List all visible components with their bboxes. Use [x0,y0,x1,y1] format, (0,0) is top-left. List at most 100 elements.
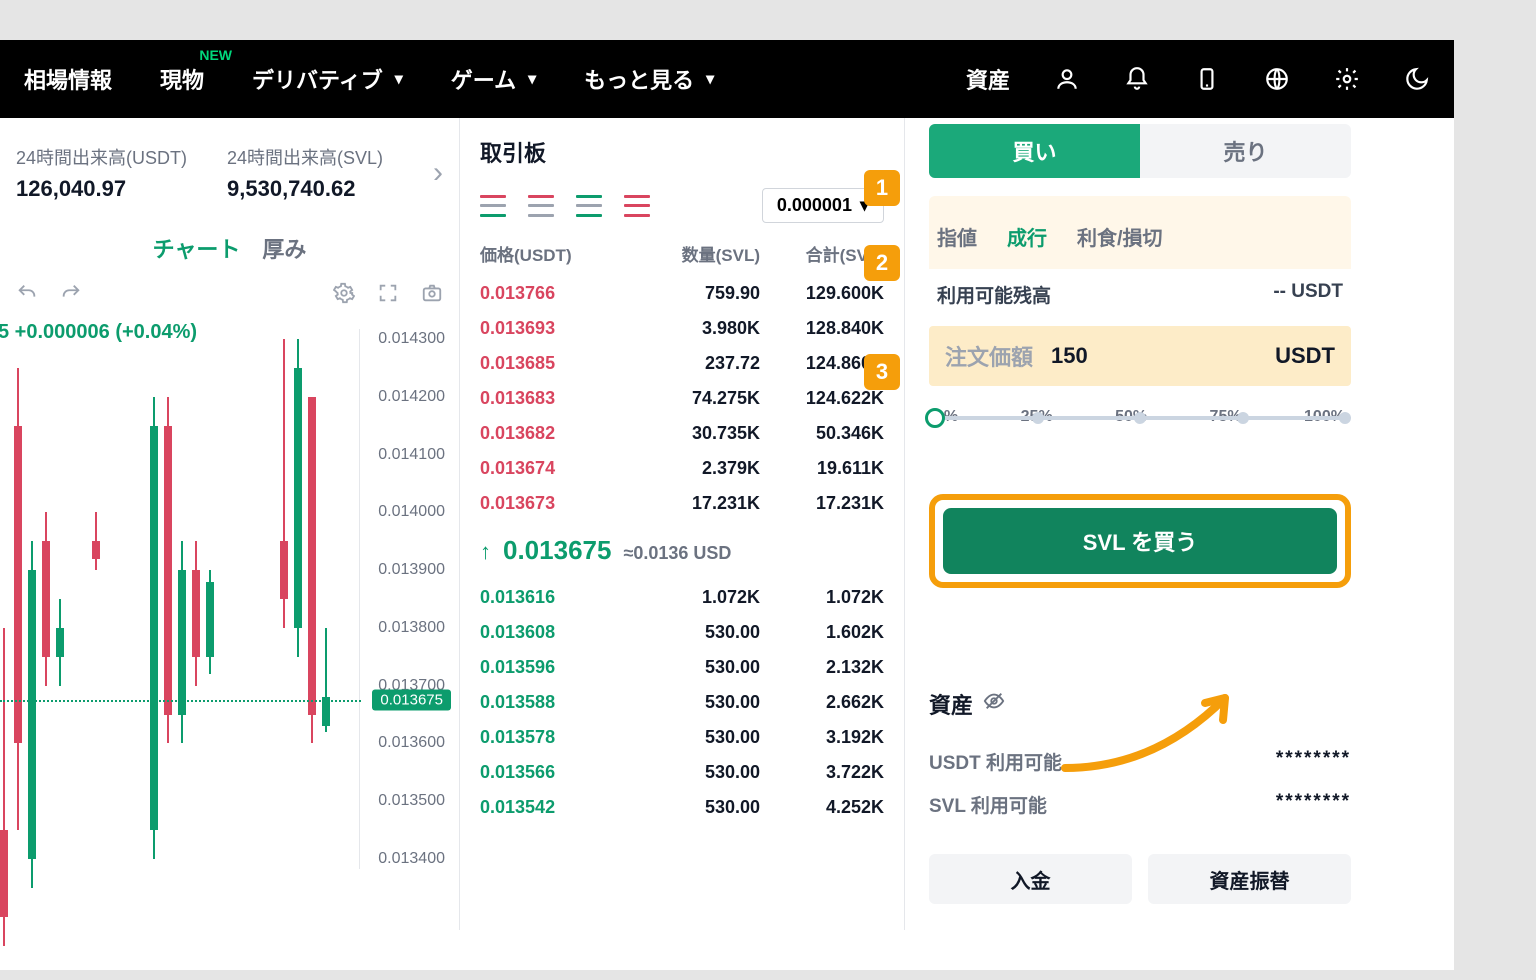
y-tick: 0.014200 [378,388,445,406]
orderbook-row[interactable]: 0.013542530.004.252K [480,790,884,825]
orderbook-row[interactable]: 0.013588530.002.662K [480,685,884,720]
asset-usdt-label: USDT 利用可能 [929,748,1062,775]
tab-sell-label: 売り [1223,135,1267,167]
tab-sell[interactable]: 売り [1140,124,1351,178]
orderbook-mid-usd: ≈0.0136 USD [623,543,731,564]
ob-total: 1.602K [760,622,884,643]
nav-more[interactable]: もっと見る [584,63,714,95]
orderbook-row[interactable]: 0.01367317.231K17.231K [480,486,884,521]
moon-icon[interactable] [1404,66,1430,92]
ob-head-qty: 数量(SVL) [630,241,760,266]
transfer-button[interactable]: 資産振替 [1148,854,1351,904]
ob-total: 3.722K [760,762,884,783]
new-badge: NEW [199,47,232,63]
order-amount-unit: USDT [1275,343,1335,369]
orderbook-row[interactable]: 0.0136161.072K1.072K [480,580,884,615]
ob-price: 0.013693 [480,318,630,339]
order-type-limit[interactable]: 指値 [937,222,977,251]
buy-button[interactable]: SVL を買う [943,508,1337,574]
ob-qty: 1.072K [630,587,760,608]
ob-price: 0.013542 [480,797,630,818]
mobile-icon[interactable] [1194,66,1220,92]
ob-price: 0.013608 [480,622,630,643]
orderbook-row[interactable]: 0.0136933.980K128.840K [480,311,884,346]
ob-mode-sell-icon[interactable] [528,195,554,217]
deposit-button-label: 入金 [1011,871,1051,893]
nav-game[interactable]: ゲーム [451,63,536,95]
bell-icon[interactable] [1124,66,1150,92]
orderbook-controls: 0.000001▾ [480,188,884,223]
orderbook-header: 価格(USDT) 数量(SVL) 合計(SVL) [480,241,884,276]
ob-total: 19.611K [760,458,884,479]
globe-icon[interactable] [1264,66,1290,92]
orderbook-row[interactable]: 0.013566530.003.722K [480,755,884,790]
orderbook-row[interactable]: 0.013685237.72124.860K [480,346,884,381]
nav-right-group: 資産 [966,63,1430,95]
nav-market[interactable]: 相場情報 [24,63,112,95]
amount-slider[interactable]: 0%25%50%75%100% [935,408,1345,448]
asset-usdt-row: USDT 利用可能 ******** [929,740,1351,783]
orderbook-row[interactable]: 0.013766759.90129.600K [480,276,884,311]
y-tick: 0.013500 [378,792,445,810]
tab-buy-label: 買い [1012,135,1056,167]
assets-section: 資産 USDT 利用可能 ******** SVL 利用可能 ******** … [929,688,1351,904]
nav-market-label: 相場情報 [24,63,112,95]
orderbook-row[interactable]: 0.013596530.002.132K [480,650,884,685]
price-chart[interactable]: 5 +0.000006 (+0.04%) 0.0143000.0142000.0… [0,329,459,869]
orderbook-title: 取引板 [480,136,884,168]
ob-total: 3.192K [760,727,884,748]
orderbook-row[interactable]: 0.0136742.379K19.611K [480,451,884,486]
asset-svl-label: SVL 利用可能 [929,791,1047,818]
ob-price: 0.013683 [480,388,630,409]
ob-total: 129.600K [760,283,884,304]
order-type-tabs: 指値 成行 利食/損切 [929,196,1351,269]
tab-chart[interactable]: チャート [153,232,241,264]
ob-total: 128.840K [760,318,884,339]
redo-icon[interactable] [60,282,82,309]
tab-buy[interactable]: 買い [929,124,1140,178]
gear-icon[interactable] [1334,66,1360,92]
nav-assets[interactable]: 資産 [966,63,1010,95]
fullscreen-icon[interactable] [377,282,399,309]
orderbook-panel: 取引板 0.000001▾ 価格(USDT) 数量(SVL) 合計(SVL) 0… [460,118,905,930]
nav-derivatives-label: デリバティブ [252,63,383,95]
asset-action-buttons: 入金 資産振替 [929,854,1351,904]
user-icon[interactable] [1054,66,1080,92]
orderbook-row[interactable]: 0.013578530.003.192K [480,720,884,755]
orderbook-mid: ↑ 0.013675 ≈0.0136 USD [480,521,884,580]
orderbook-row[interactable]: 0.01368374.275K124.622K [480,381,884,416]
ob-mode-buy-icon[interactable] [576,195,602,217]
ob-total: 4.252K [760,797,884,818]
stat-vol-usdt-value: 126,040.97 [16,176,187,202]
chevron-right-icon[interactable]: › [433,156,443,190]
stat-vol-svl-label: 24時間出来高(SVL) [227,144,383,170]
ob-mode-both-icon[interactable] [480,195,506,217]
undo-icon[interactable] [16,282,38,309]
orderbook-asks: 0.013766759.90129.600K0.0136933.980K128.… [480,276,884,521]
nav-derivatives[interactable]: デリバティブ [252,63,403,95]
eye-off-icon[interactable] [983,690,1005,718]
deposit-button[interactable]: 入金 [929,854,1132,904]
nav-more-label: もっと見る [584,63,694,95]
ob-qty: 30.735K [630,423,760,444]
order-type-market[interactable]: 成行 [1007,222,1047,251]
ob-mode-list-icon[interactable] [624,195,650,217]
order-type-stop[interactable]: 利食/損切 [1077,222,1163,251]
settings-icon[interactable] [333,282,355,309]
camera-icon[interactable] [421,282,443,309]
order-amount-input[interactable]: 注文価額 150 USDT [929,326,1351,386]
nav-spot[interactable]: 現物 NEW [160,63,204,95]
order-amount-value: 150 [1051,343,1088,369]
y-tick: 0.013400 [378,850,445,868]
buy-button-label: SVL を買う [1083,530,1198,555]
nav-spot-label: 現物 [160,63,204,95]
orderbook-row[interactable]: 0.01368230.735K50.346K [480,416,884,451]
arrow-up-icon: ↑ [480,539,491,565]
tab-depth[interactable]: 厚み [262,232,306,264]
ob-price: 0.013674 [480,458,630,479]
ob-total: 50.346K [760,423,884,444]
slider-handle[interactable] [925,408,945,428]
orderbook-row[interactable]: 0.013608530.001.602K [480,615,884,650]
ob-qty: 530.00 [630,762,760,783]
ob-price: 0.013596 [480,657,630,678]
